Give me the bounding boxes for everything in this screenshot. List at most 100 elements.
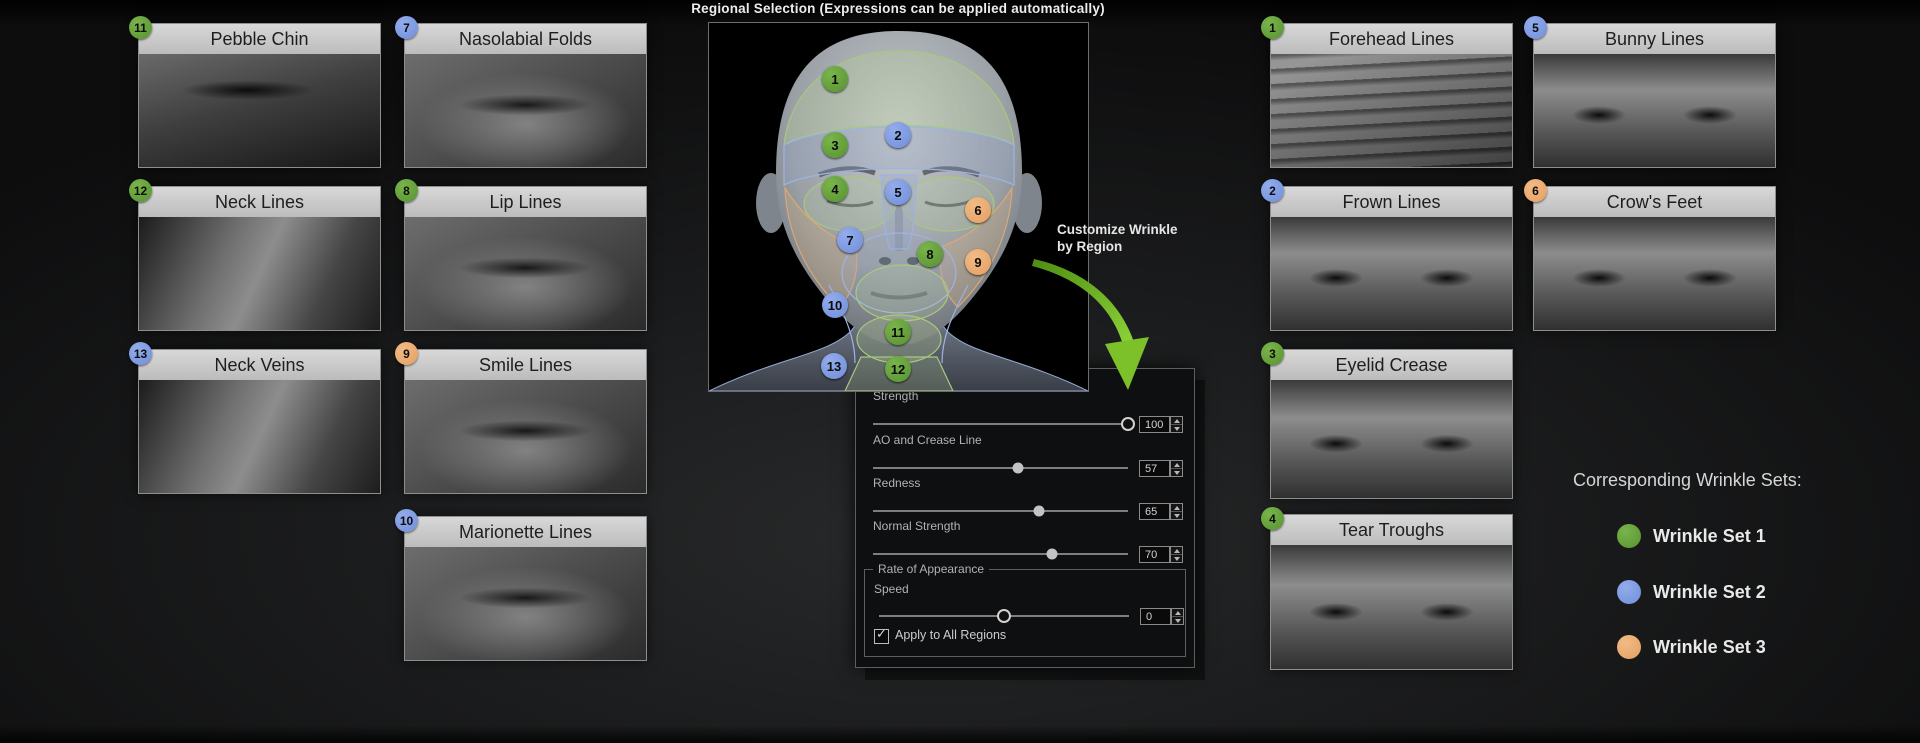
spinner-down-icon[interactable] xyxy=(1171,555,1182,562)
region-number-badge: 2 xyxy=(1261,179,1284,202)
thumb-smile-lines[interactable]: 9 Smile Lines xyxy=(404,349,647,494)
slider-handle[interactable] xyxy=(1013,463,1024,474)
spinner-up-icon[interactable] xyxy=(1171,547,1182,555)
ao-crease-value-input[interactable] xyxy=(1139,460,1170,477)
speed-spinner[interactable] xyxy=(1171,608,1184,625)
lip-lines-photo xyxy=(405,217,646,330)
nasolabial-folds-photo xyxy=(405,54,646,167)
thumb-label: Neck Lines xyxy=(139,187,380,217)
thumb-nasolabial-folds[interactable]: 7 Nasolabial Folds xyxy=(404,23,647,168)
thumb-frown-lines[interactable]: 2 Frown Lines xyxy=(1270,186,1513,331)
spinner-up-icon[interactable] xyxy=(1171,504,1182,512)
spinner-down-icon[interactable] xyxy=(1171,469,1182,476)
spinner-down-icon[interactable] xyxy=(1172,617,1183,624)
apply-all-regions-label: Apply to All Regions xyxy=(895,628,1006,642)
redness-spinner[interactable] xyxy=(1170,503,1183,520)
region-number-badge: 13 xyxy=(129,342,152,365)
face-region-12[interactable]: 12 xyxy=(885,356,911,382)
speed-slider[interactable] xyxy=(879,609,1129,623)
slider-track[interactable] xyxy=(873,467,1128,469)
face-region-8[interactable]: 8 xyxy=(917,241,943,267)
face-region-7[interactable]: 7 xyxy=(837,227,863,253)
speed-value-input[interactable] xyxy=(1140,608,1171,625)
slider-handle[interactable] xyxy=(1121,417,1135,431)
slider-track[interactable] xyxy=(873,553,1128,555)
wrinkle-sets-legend-title: Corresponding Wrinkle Sets: xyxy=(1573,470,1802,491)
thumb-pebble-chin[interactable]: 11 Pebble Chin xyxy=(138,23,381,168)
wrinkle-region-screen: Regional Selection (Expressions can be a… xyxy=(0,0,1920,743)
face-region-13[interactable]: 13 xyxy=(821,353,847,379)
bunny-lines-photo xyxy=(1534,54,1775,167)
spinner-up-icon[interactable] xyxy=(1171,417,1182,425)
face-region-4[interactable]: 4 xyxy=(822,176,848,202)
thumb-label: Crow's Feet xyxy=(1534,187,1775,217)
ao-crease-spinner[interactable] xyxy=(1170,460,1183,477)
face-region-1[interactable]: 1 xyxy=(822,66,848,92)
thumb-crows-feet[interactable]: 6 Crow's Feet xyxy=(1533,186,1776,331)
pebble-chin-photo xyxy=(139,54,380,167)
spinner-up-icon[interactable] xyxy=(1171,461,1182,469)
thumb-bunny-lines[interactable]: 5 Bunny Lines xyxy=(1533,23,1776,168)
spinner-down-icon[interactable] xyxy=(1171,425,1182,432)
thumb-eyelid-crease[interactable]: 3 Eyelid Crease xyxy=(1270,349,1513,499)
slider-track[interactable] xyxy=(873,510,1128,512)
thumb-tear-troughs[interactable]: 4 Tear Troughs xyxy=(1270,514,1513,670)
wrinkle-set-2-dot xyxy=(1617,580,1641,604)
region-number-badge: 6 xyxy=(1524,179,1547,202)
region-number-badge: 10 xyxy=(395,509,418,532)
face-region-5[interactable]: 5 xyxy=(885,179,911,205)
ao-crease-slider[interactable] xyxy=(873,461,1128,475)
thumb-neck-veins[interactable]: 13 Neck Veins xyxy=(138,349,381,494)
thumb-forehead-lines[interactable]: 1 Forehead Lines xyxy=(1270,23,1513,168)
eyelid-crease-photo xyxy=(1271,380,1512,498)
rate-of-appearance-group: Rate of Appearance Speed Apply to All Re… xyxy=(864,569,1186,657)
thumb-label: Neck Veins xyxy=(139,350,380,380)
region-number-badge: 1 xyxy=(1261,16,1284,39)
slider-handle[interactable] xyxy=(1033,506,1044,517)
face-region-9[interactable]: 9 xyxy=(965,249,991,275)
thumb-label: Marionette Lines xyxy=(405,517,646,547)
face-region-2[interactable]: 2 xyxy=(885,122,911,148)
redness-value-input[interactable] xyxy=(1139,503,1170,520)
normal-strength-spinner[interactable] xyxy=(1170,546,1183,563)
spinner-down-icon[interactable] xyxy=(1171,512,1182,519)
face-region-6[interactable]: 6 xyxy=(965,197,991,223)
region-number-badge: 12 xyxy=(129,179,152,202)
speed-label: Speed xyxy=(874,582,909,596)
region-number-badge: 8 xyxy=(395,179,418,202)
region-number-badge: 3 xyxy=(1261,342,1284,365)
wrinkle-set-2-label: Wrinkle Set 2 xyxy=(1653,582,1766,603)
region-number-badge: 9 xyxy=(395,342,418,365)
face-region-11[interactable]: 11 xyxy=(885,319,911,345)
redness-label: Redness xyxy=(873,476,920,490)
thumb-marionette-lines[interactable]: 10 Marionette Lines xyxy=(404,516,647,661)
strength-slider[interactable] xyxy=(873,417,1128,431)
slider-handle[interactable] xyxy=(997,609,1011,623)
tear-troughs-photo xyxy=(1271,545,1512,669)
neck-lines-photo xyxy=(139,217,380,330)
thumb-neck-lines[interactable]: 12 Neck Lines xyxy=(138,186,381,331)
ao-crease-label: AO and Crease Line xyxy=(873,433,982,447)
strength-value-input[interactable] xyxy=(1139,416,1170,433)
wrinkle-set-3-dot xyxy=(1617,635,1641,659)
face-region-10[interactable]: 10 xyxy=(822,292,848,318)
apply-all-regions-checkbox[interactable] xyxy=(874,629,889,644)
redness-slider[interactable] xyxy=(873,504,1128,518)
face-region-3[interactable]: 3 xyxy=(822,132,848,158)
forehead-lines-photo xyxy=(1271,54,1512,167)
thumb-label: Bunny Lines xyxy=(1534,24,1775,54)
normal-strength-value-input[interactable] xyxy=(1139,546,1170,563)
wrinkle-set-1-label: Wrinkle Set 1 xyxy=(1653,526,1766,547)
slider-handle[interactable] xyxy=(1046,549,1057,560)
normal-strength-slider[interactable] xyxy=(873,547,1128,561)
marionette-lines-photo xyxy=(405,547,646,660)
thumb-lip-lines[interactable]: 8 Lip Lines xyxy=(404,186,647,331)
region-number-badge: 5 xyxy=(1524,16,1547,39)
spinner-up-icon[interactable] xyxy=(1172,609,1183,617)
thumb-label: Eyelid Crease xyxy=(1271,350,1512,380)
region-number-badge: 7 xyxy=(395,16,418,39)
thumb-label: Frown Lines xyxy=(1271,187,1512,217)
strength-spinner[interactable] xyxy=(1170,416,1183,433)
wrinkle-set-1-dot xyxy=(1617,524,1641,548)
slider-track[interactable] xyxy=(873,423,1128,425)
